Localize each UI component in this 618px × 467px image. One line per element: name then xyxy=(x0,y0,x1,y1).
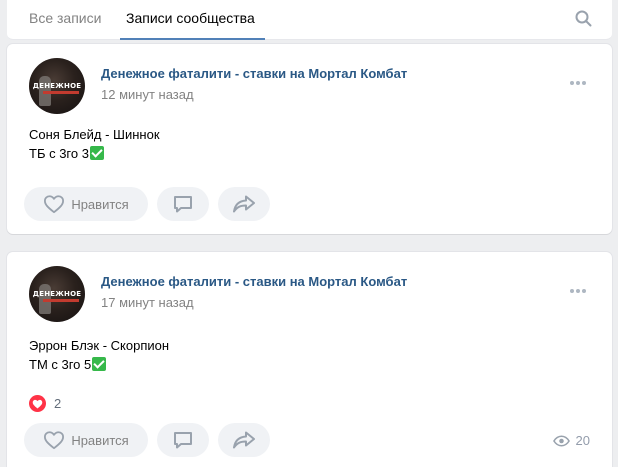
avatar-logo-text: ДЕНЕЖНОЕ xyxy=(32,290,82,298)
post-text-line: ТБ с 3го 3 xyxy=(29,146,89,161)
like-label: Нравится xyxy=(71,196,129,212)
comment-icon xyxy=(174,432,192,449)
share-icon xyxy=(233,431,255,449)
share-button[interactable] xyxy=(218,423,270,457)
post-time[interactable]: 12 минут назад xyxy=(101,87,194,102)
eye-icon xyxy=(552,435,570,446)
heart-icon xyxy=(44,195,65,214)
comment-icon xyxy=(174,196,192,213)
more-dot-icon xyxy=(582,289,586,293)
heart-reaction-icon xyxy=(29,395,46,412)
avatar-logo-text: ДЕНЕЖНОЕ xyxy=(32,82,82,90)
comment-button[interactable] xyxy=(157,187,209,221)
heart-icon xyxy=(44,431,65,450)
feed-tabs: Все записи Записи сообщества xyxy=(7,0,612,40)
post-card: ДЕНЕЖНОЕ Денежное фаталити - ставки на М… xyxy=(7,44,612,234)
post-text-line-2: ТБ с 3го 3 xyxy=(29,144,160,163)
search-icon xyxy=(575,10,592,27)
share-button[interactable] xyxy=(218,187,270,221)
more-options-button[interactable] xyxy=(570,280,588,293)
post-text-line: Соня Блейд - Шиннок xyxy=(29,127,160,142)
post-author[interactable]: Денежное фаталити - ставки на Мортал Ком… xyxy=(101,66,407,81)
more-dot-icon xyxy=(576,81,580,85)
avatar-logo-stripe xyxy=(43,299,79,302)
like-button[interactable]: Нравится xyxy=(24,423,148,457)
comment-button[interactable] xyxy=(157,423,209,457)
views-count: 20 xyxy=(575,433,590,448)
like-button[interactable]: Нравится xyxy=(24,187,148,221)
more-options-button[interactable] xyxy=(570,72,588,85)
post-text-line: ТМ с 3го 5 xyxy=(29,357,92,372)
tab-community-posts[interactable]: Записи сообщества xyxy=(118,0,263,40)
post-text: Эррон Блэк - Скорпион ТМ с 3го 5 xyxy=(29,336,169,374)
avatar[interactable]: ДЕНЕЖНОЕ xyxy=(29,266,85,322)
search-button[interactable] xyxy=(574,9,594,29)
more-dot-icon xyxy=(570,289,574,293)
post-text-line: Эррон Блэк - Скорпион xyxy=(29,338,170,353)
like-label: Нравится xyxy=(71,432,129,448)
post-time[interactable]: 17 минут назад xyxy=(101,295,194,310)
post-text-line-2: ТМ с 3го 5 xyxy=(29,355,169,374)
active-tab-indicator xyxy=(120,38,265,40)
check-mark-icon xyxy=(89,146,104,160)
post-text: Соня Блейд - Шиннок ТБ с 3го 3 xyxy=(29,125,160,163)
more-dot-icon xyxy=(582,81,586,85)
views-counter: 20 xyxy=(552,433,590,448)
avatar[interactable]: ДЕНЕЖНОЕ xyxy=(29,58,85,114)
tab-all-posts[interactable]: Все записи xyxy=(21,0,109,40)
reactions-count: 2 xyxy=(54,396,62,411)
more-dot-icon xyxy=(576,289,580,293)
post-card: ДЕНЕЖНОЕ Денежное фаталити - ставки на М… xyxy=(7,252,612,467)
reactions-summary[interactable]: 2 xyxy=(29,395,61,412)
check-mark-icon xyxy=(92,357,107,371)
share-icon xyxy=(233,195,255,213)
more-dot-icon xyxy=(570,81,574,85)
post-author[interactable]: Денежное фаталити - ставки на Мортал Ком… xyxy=(101,274,407,289)
avatar-logo-stripe xyxy=(43,91,79,94)
